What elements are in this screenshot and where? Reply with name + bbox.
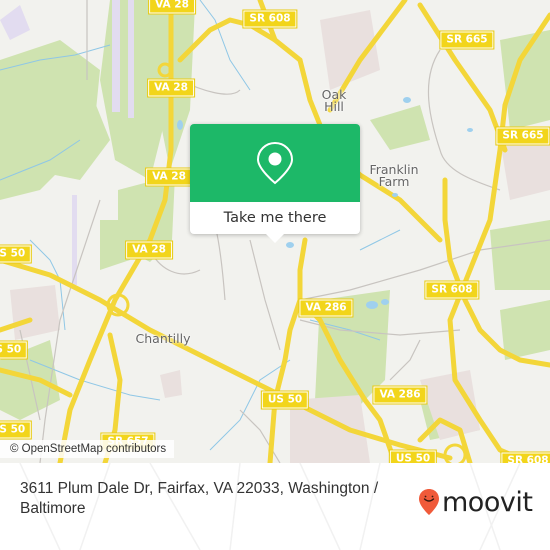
map-pin-icon (256, 141, 294, 185)
place-label-oak-hill: Oak Hill (321, 87, 347, 114)
place-label-franklin-farm: Franklin Farm (369, 162, 419, 189)
road-shield-va-28: VA 28 (145, 167, 193, 187)
location-popup: Take me there (190, 124, 360, 243)
road-shield-va-28: VA 28 (125, 240, 173, 260)
footer: 3611 Plum Dale Dr, Fairfax, VA 22033, Wa… (0, 463, 550, 550)
popup-header[interactable] (190, 124, 360, 202)
road-shield-sr-665: SR 665 (495, 126, 550, 146)
road-shield-sr-608: SR 608 (242, 9, 298, 29)
road-shield-us-50: US 50 (260, 390, 310, 410)
map[interactable]: VA 28 VA 28 VA 28 VA 28 SR 608 SR 665 SR… (0, 0, 550, 463)
place-label-chantilly: Chantilly (135, 331, 191, 346)
road-shield-us-50: US 50 (0, 244, 33, 264)
road-shield-va-28: VA 28 (147, 78, 195, 98)
brand-wordmark: moovit (442, 486, 533, 518)
map-attribution[interactable]: © OpenStreetMap contributors (0, 440, 175, 458)
road-shield-us-50: US 50 (0, 420, 33, 440)
road-shield-sr-608: SR 608 (500, 451, 550, 463)
address-text: 3611 Plum Dale Dr, Fairfax, VA 22033, Wa… (20, 480, 379, 517)
road-shield-sr-608: SR 608 (424, 280, 480, 300)
road-shield-sr-665: SR 665 (439, 30, 495, 50)
road-shield-va-286: VA 286 (372, 385, 428, 405)
take-me-there-button[interactable]: Take me there (190, 202, 360, 234)
popup-pointer (266, 234, 284, 243)
road-shield-us-50: US 50 (0, 340, 29, 360)
road-shield-va-286: VA 286 (298, 298, 354, 318)
road-shield-us-50: US 50 (388, 449, 438, 463)
moovit-pin-icon (419, 489, 439, 515)
road-shield-va-28: VA 28 (148, 0, 196, 15)
moovit-logo[interactable]: moovit (418, 486, 533, 518)
